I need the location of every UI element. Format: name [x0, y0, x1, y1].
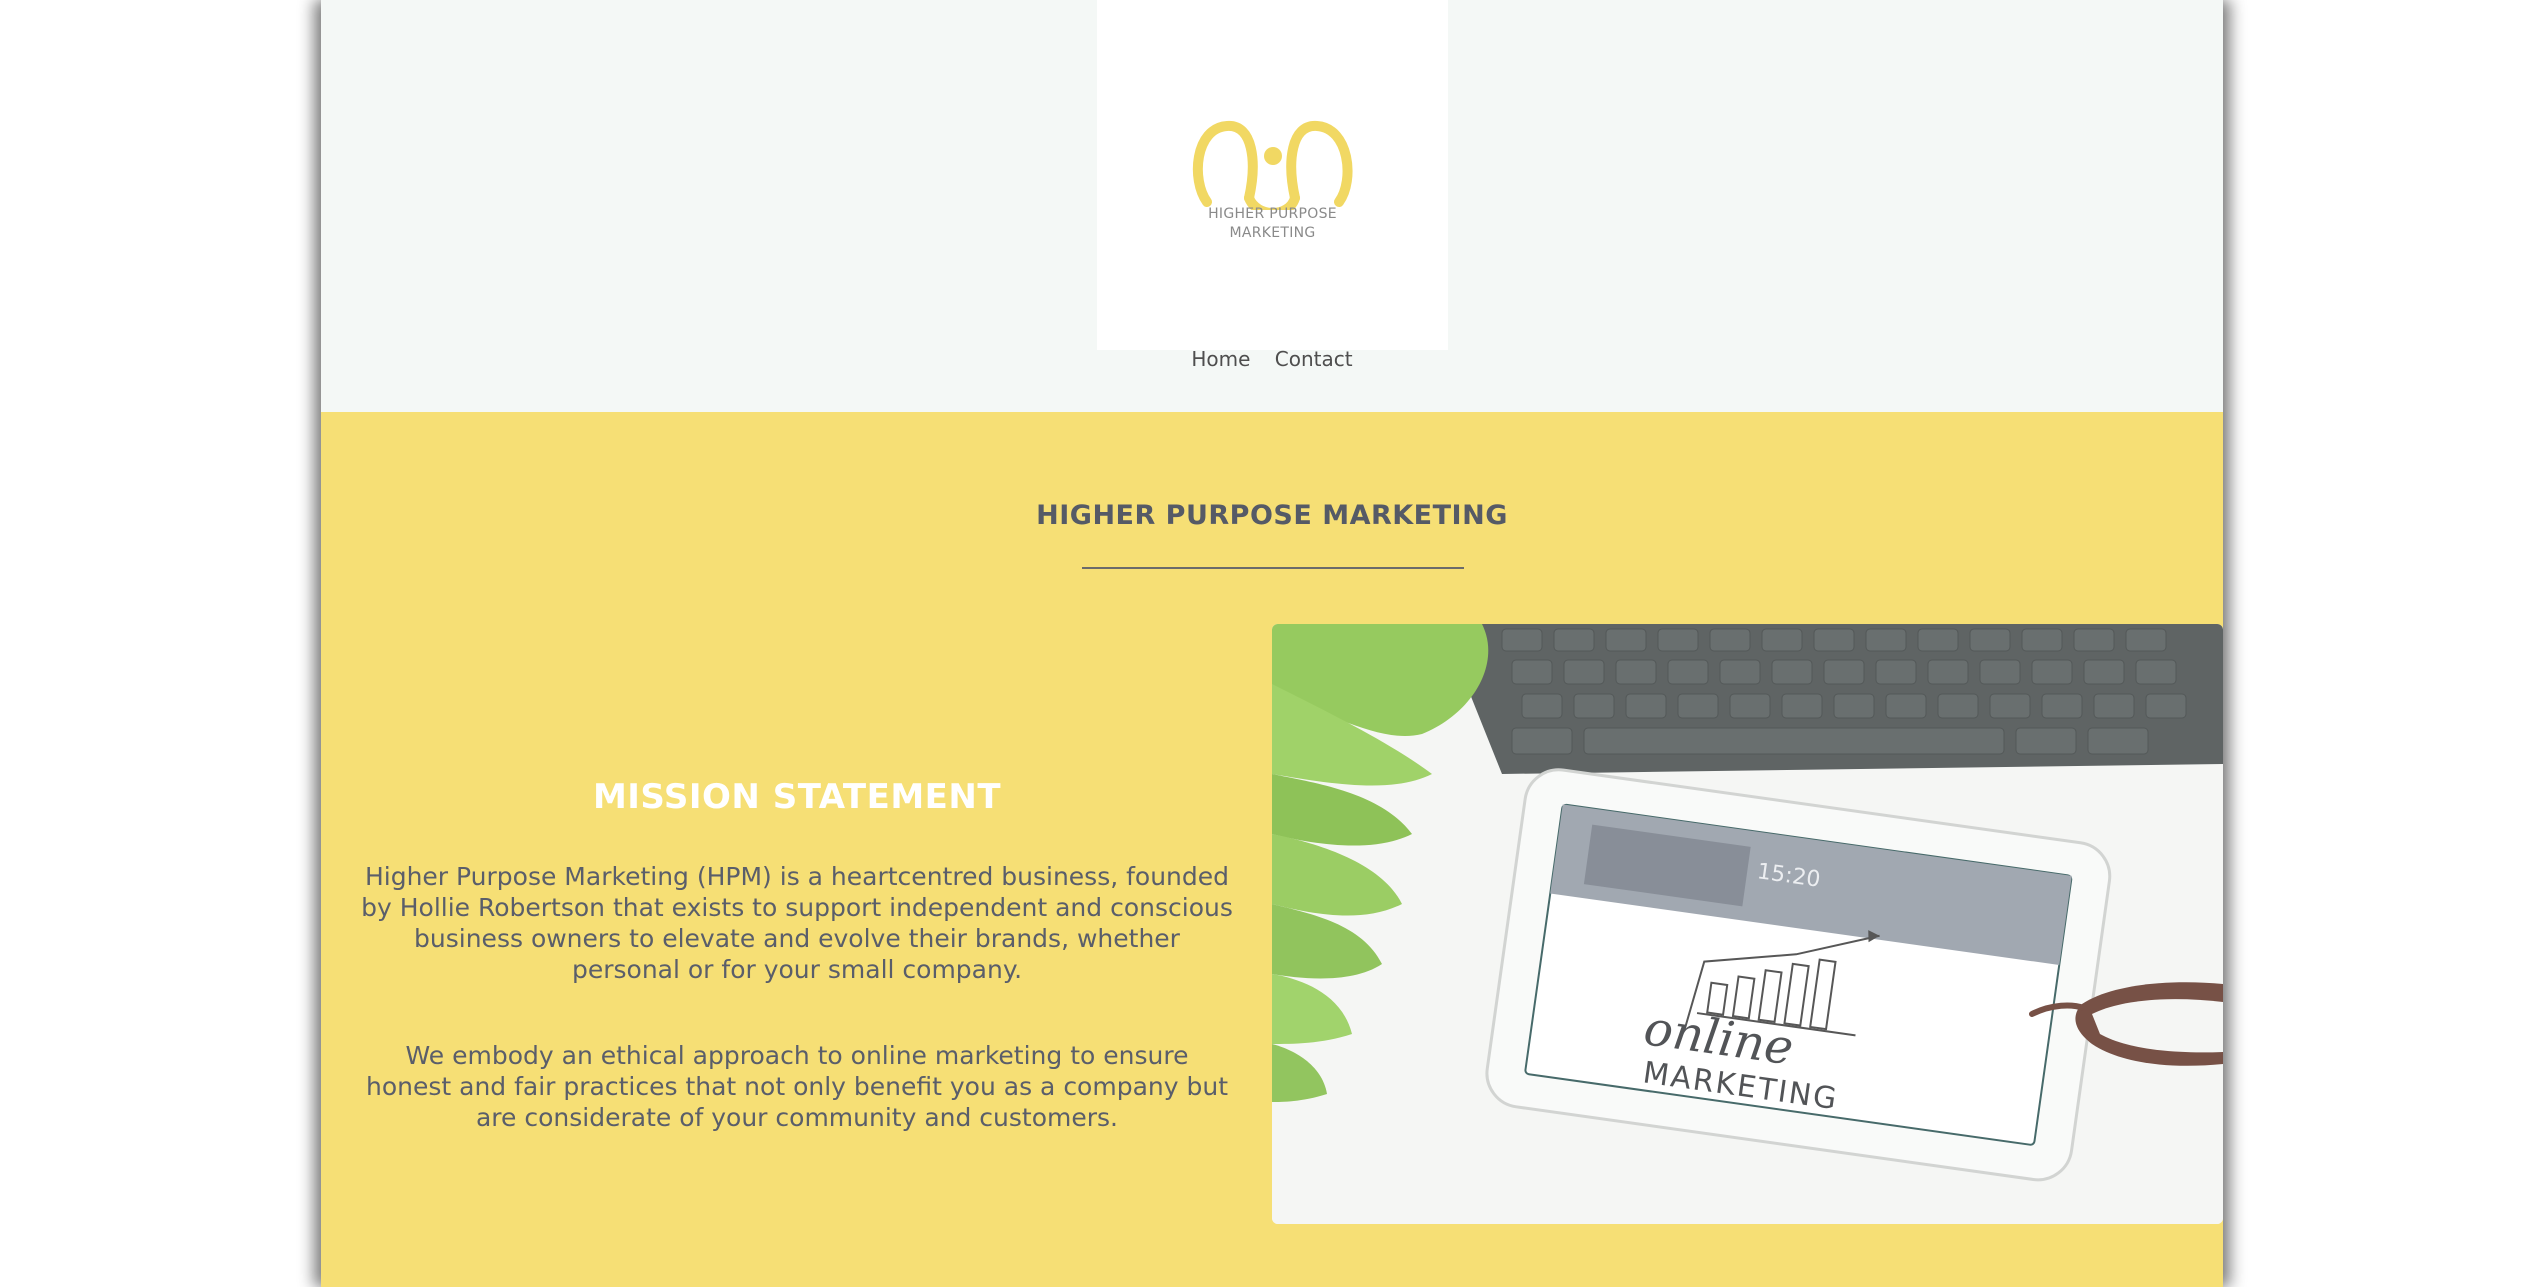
- mission-paragraph-1: Higher Purpose Marketing (HPM) is a hear…: [361, 862, 1233, 984]
- nav-item-contact[interactable]: Contact: [1275, 347, 1353, 371]
- main-section: HIGHER PURPOSE MARKETING MISSION STATEME…: [321, 412, 2223, 1287]
- hero-illustration: 15:20 online MARKETING: [1272, 624, 2223, 1224]
- title-divider: [1082, 567, 1464, 569]
- mission-block: MISSION STATEMENT Higher Purpose Marketi…: [361, 777, 1233, 1188]
- nav-item-home[interactable]: Home: [1191, 347, 1250, 371]
- site-header: HIGHER PURPOSE MARKETING Home Contact: [321, 0, 2223, 412]
- main-nav: Home Contact: [321, 347, 2223, 371]
- logo[interactable]: HIGHER PURPOSE MARKETING: [1097, 0, 1448, 350]
- hpm-logo-icon: [1192, 121, 1353, 210]
- section-title: HIGHER PURPOSE MARKETING: [1036, 500, 1508, 531]
- logo-text-line-2: MARKETING: [1229, 225, 1316, 241]
- mission-heading: MISSION STATEMENT: [592, 777, 1002, 817]
- hero-image: 15:20 online MARKETING: [1272, 624, 2223, 1224]
- logo-text: HIGHER PURPOSE MARKETING: [1097, 205, 1448, 243]
- page: HIGHER PURPOSE MARKETING Home Contact HI…: [321, 0, 2223, 1287]
- logo-text-line-1: HIGHER PURPOSE: [1208, 206, 1337, 222]
- mission-paragraph-2: We embody an ethical approach to online …: [366, 1041, 1228, 1132]
